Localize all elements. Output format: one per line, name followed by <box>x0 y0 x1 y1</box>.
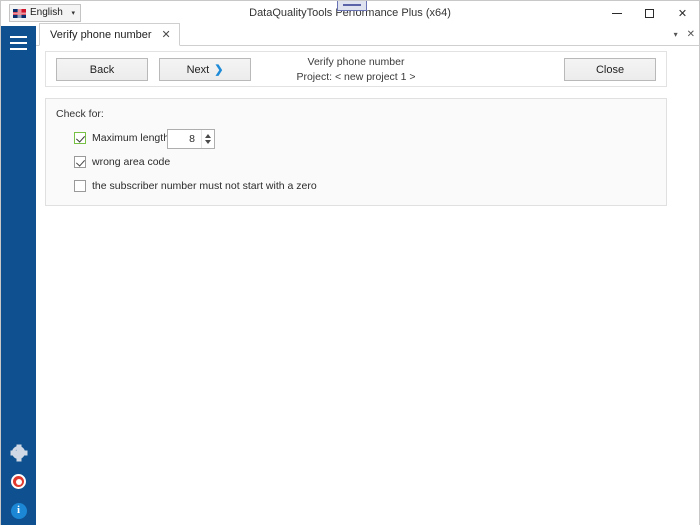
no-leading-zero-checkbox[interactable] <box>74 180 86 192</box>
wrong-area-code-label: wrong area code <box>92 156 171 168</box>
window-snap-widget[interactable] <box>337 1 367 11</box>
no-leading-zero-label: the subscriber number must not start wit… <box>92 180 317 192</box>
option-maximum-length[interactable]: Maximum length <box>74 132 169 144</box>
sidebar-bottom-icons: i <box>1 438 36 525</box>
next-button-label: Next <box>186 63 210 76</box>
stepper-down-icon[interactable] <box>205 140 211 144</box>
tab-strip: Verify phone number ✕ ▾ ✕ <box>36 23 699 46</box>
close-button-label: Close <box>595 63 625 76</box>
wrong-area-code-checkbox[interactable] <box>74 156 86 168</box>
info-icon[interactable]: i <box>1 496 36 525</box>
option-wrong-area-code[interactable]: wrong area code <box>74 156 170 168</box>
stepper-buttons <box>201 130 214 148</box>
hamburger-menu-icon[interactable] <box>1 26 36 60</box>
chevron-right-icon: ❯ <box>214 64 224 76</box>
language-label: English <box>30 7 63 18</box>
info-glyph: i <box>10 502 27 519</box>
check-options-panel: Check for: Maximum length wrong area cod… <box>45 98 667 206</box>
tab-strip-close-icon[interactable]: ✕ <box>687 29 695 40</box>
union-jack-flag-icon <box>13 8 26 18</box>
tab-list-chevron-down-icon[interactable]: ▾ <box>674 30 678 39</box>
close-button[interactable]: Close <box>564 58 656 81</box>
back-button-label: Back <box>89 63 115 76</box>
left-sidebar: i <box>1 26 36 525</box>
check-for-heading: Check for: <box>56 108 104 120</box>
option-no-leading-zero[interactable]: the subscriber number must not start wit… <box>74 180 317 192</box>
language-selector[interactable]: English ▾ <box>9 4 81 22</box>
support-lifebuoy-icon[interactable] <box>1 467 36 496</box>
tab-label: Verify phone number <box>50 28 152 41</box>
maximum-length-label: Maximum length <box>92 132 170 144</box>
settings-gear-icon[interactable] <box>1 438 36 467</box>
next-button[interactable]: Next ❯ <box>159 58 251 81</box>
chevron-down-icon: ▾ <box>71 10 75 17</box>
tab-strip-actions: ▾ ✕ <box>674 23 695 46</box>
tab-close-icon[interactable]: ✕ <box>162 28 171 41</box>
stepper-up-icon[interactable] <box>205 134 211 138</box>
back-button[interactable]: Back <box>56 58 148 81</box>
application-window: DataQualityTools Performance Plus (x64) … <box>0 0 700 525</box>
wizard-toolbar: Verify phone number Project: < new proje… <box>45 51 667 87</box>
maximum-length-value[interactable]: 8 <box>168 133 201 145</box>
maximum-length-stepper[interactable]: 8 <box>167 129 215 149</box>
tab-verify-phone-number[interactable]: Verify phone number ✕ <box>39 23 180 46</box>
maximum-length-checkbox[interactable] <box>74 132 86 144</box>
